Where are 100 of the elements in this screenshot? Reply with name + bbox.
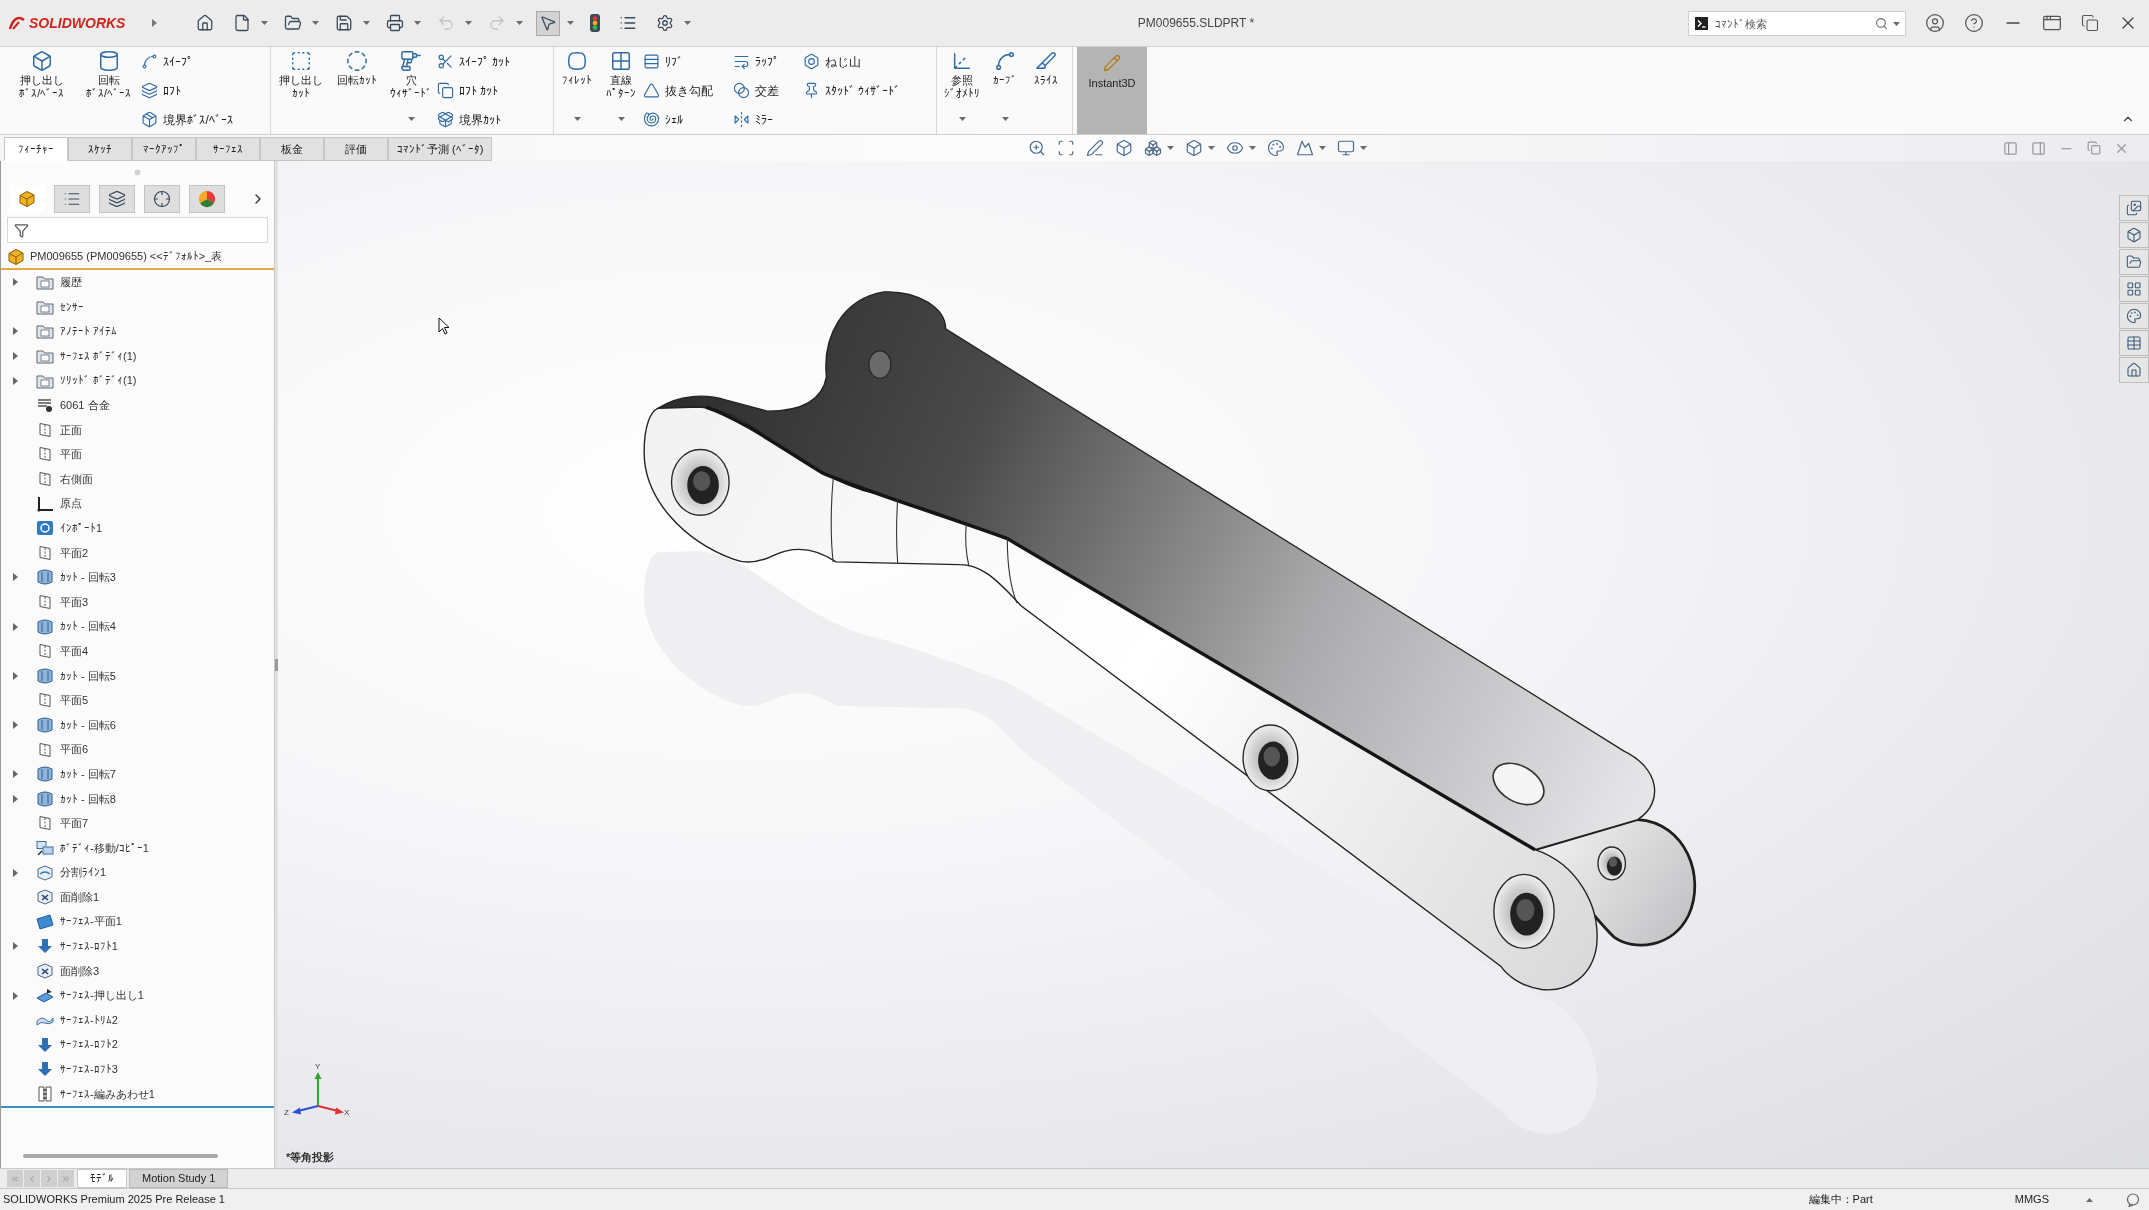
caret-icon[interactable] bbox=[312, 21, 319, 25]
caret-icon[interactable] bbox=[1360, 146, 1367, 150]
tree-item-label[interactable]: 平面7 bbox=[60, 815, 89, 832]
command-button[interactable]: 参照 ｼﾞｵﾒﾄﾘ bbox=[940, 47, 984, 105]
command-button[interactable]: ｼｪﾙ bbox=[643, 105, 683, 134]
caret-icon[interactable] bbox=[958, 117, 966, 121]
caret-icon[interactable] bbox=[407, 117, 415, 121]
task-pane-button[interactable] bbox=[2119, 276, 2149, 302]
pen-icon[interactable] bbox=[1086, 139, 1104, 157]
command-button[interactable]: ﾛﾌﾄ ｶｯﾄ bbox=[437, 76, 499, 105]
command-tab[interactable]: ﾌｨｰﾁｬｰ bbox=[4, 137, 68, 161]
command-button[interactable]: 交差 bbox=[733, 76, 779, 105]
tree-root-label[interactable]: PM009655 (PM009655) <<ﾃﾞﾌｫﾙﾄ>_表 bbox=[30, 248, 223, 265]
restore-icon[interactable] bbox=[2081, 14, 2099, 32]
handle-dot-icon[interactable] bbox=[134, 168, 141, 176]
command-button[interactable]: ねじ山 bbox=[803, 47, 861, 76]
command-button[interactable]: ｶｰﾌﾞ bbox=[984, 47, 1026, 105]
caret-icon[interactable] bbox=[617, 117, 625, 121]
panel-tab[interactable] bbox=[189, 185, 225, 213]
panel-tab[interactable] bbox=[144, 185, 180, 213]
tree-item-label[interactable]: 平面2 bbox=[60, 544, 89, 562]
command-tab[interactable]: 板金 bbox=[260, 137, 324, 161]
tree-item-label[interactable]: 6061 合金 bbox=[60, 397, 110, 414]
expand-arrow-icon[interactable] bbox=[13, 327, 18, 336]
caret-icon[interactable] bbox=[573, 117, 581, 121]
tree-item-label[interactable]: 分割ﾗｲﾝ1 bbox=[60, 864, 107, 881]
command-button[interactable]: 抜き勾配 bbox=[643, 76, 713, 105]
panel-tab[interactable] bbox=[99, 185, 135, 213]
caret-icon[interactable] bbox=[363, 21, 370, 25]
caret-icon[interactable] bbox=[1001, 117, 1009, 121]
bottom-tab[interactable]: ﾓﾃﾞﾙ bbox=[77, 1169, 127, 1188]
instant3d-button[interactable]: Instant3D bbox=[1077, 47, 1147, 134]
command-button[interactable]: 押し出し ｶｯﾄ bbox=[273, 47, 329, 105]
caret-icon[interactable] bbox=[465, 21, 472, 25]
boxes-icon[interactable] bbox=[1144, 139, 1162, 157]
tree-item-label[interactable]: ｻｰﾌｪｽ-平面1 bbox=[60, 913, 122, 930]
tree-item-label[interactable]: ﾎﾞﾃﾞｨ-移動/ｺﾋﾟｰ1 bbox=[60, 839, 149, 857]
caret-icon[interactable] bbox=[261, 21, 268, 25]
command-button[interactable]: ﾛﾌﾄ bbox=[141, 76, 182, 105]
app-window-icon[interactable] bbox=[2042, 13, 2062, 33]
splitter-handle[interactable] bbox=[275, 658, 278, 671]
task-pane-button[interactable] bbox=[2119, 222, 2149, 248]
expand-arrow-icon[interactable] bbox=[13, 942, 18, 951]
expand-arrow-icon[interactable] bbox=[13, 278, 18, 287]
tree-item-label[interactable]: ｿﾘｯﾄﾞ ﾎﾞﾃﾞｨ(1) bbox=[60, 372, 137, 389]
task-pane-button[interactable] bbox=[2119, 303, 2149, 329]
expand-arrow-icon[interactable] bbox=[152, 19, 157, 27]
units-text[interactable]: MMGS bbox=[2014, 1191, 2049, 1208]
tree-item-label[interactable]: 平面 bbox=[60, 446, 82, 463]
panel-tab[interactable] bbox=[9, 185, 45, 213]
caret-icon[interactable] bbox=[1167, 146, 1174, 150]
filter-field[interactable] bbox=[7, 217, 268, 243]
tree-item-label[interactable]: ｲﾝﾎﾟｰﾄ1 bbox=[60, 520, 103, 537]
cube-icon[interactable] bbox=[1185, 139, 1203, 157]
expand-arrow-icon[interactable] bbox=[13, 991, 18, 1000]
zoom-in-icon[interactable] bbox=[1028, 139, 1046, 157]
tree-item-label[interactable]: ｻｰﾌｪｽ-編みあわせ1 bbox=[60, 1085, 155, 1103]
monitor-icon[interactable] bbox=[1337, 139, 1355, 157]
tree-item-label[interactable]: 平面6 bbox=[60, 741, 89, 758]
tree-item-label[interactable]: ｶｯﾄ - 回転6 bbox=[60, 716, 116, 734]
expand-arrow-icon[interactable] bbox=[13, 376, 18, 385]
command-button[interactable]: ﾗｯﾌﾟ bbox=[733, 47, 779, 76]
caret-icon[interactable] bbox=[1208, 146, 1215, 150]
caret-up-icon[interactable] bbox=[2086, 1197, 2093, 1202]
tree-item-label[interactable]: 平面5 bbox=[60, 692, 89, 709]
expand-arrow-icon[interactable] bbox=[13, 721, 18, 729]
command-tab[interactable]: ｻｰﾌｪｽ bbox=[196, 137, 260, 161]
tree-item-label[interactable]: ｻｰﾌｪｽ ﾎﾞﾃﾞｨ(1) bbox=[60, 347, 137, 365]
command-tab[interactable]: ｺﾏﾝﾄﾞ予測 (ﾍﾞｰﾀ) bbox=[388, 137, 493, 161]
mountain-icon[interactable] bbox=[1296, 139, 1314, 157]
command-button[interactable]: 穴 ｳｨｻﾞｰﾄﾞ bbox=[385, 47, 437, 105]
expand-arrow-icon[interactable] bbox=[13, 770, 18, 779]
user-icon[interactable] bbox=[1925, 13, 1945, 33]
tree-item-label[interactable]: ｶｯﾄ - 回転3 bbox=[60, 569, 116, 586]
tree-item-label[interactable]: 履歴 bbox=[60, 274, 82, 291]
command-button[interactable]: ｽｲｰﾌﾟ ｶｯﾄ bbox=[437, 47, 511, 76]
caret-icon[interactable] bbox=[1893, 21, 1900, 26]
tree-item-label[interactable]: ｱﾉﾃｰﾄ ｱｲﾃﾑ bbox=[60, 323, 118, 340]
command-button[interactable]: ｽﾀｯﾄﾞ ｳｨｻﾞｰﾄﾞ bbox=[803, 76, 901, 105]
command-button[interactable]: 境界ﾎﾞｽ/ﾍﾞｰｽ bbox=[141, 105, 233, 134]
expand-arrow-icon[interactable] bbox=[13, 573, 18, 582]
tree-item-label[interactable]: ｻｰﾌｪｽ-ﾛﾌﾄ3 bbox=[60, 1061, 118, 1078]
expand-arrow-icon[interactable] bbox=[13, 868, 18, 877]
command-button[interactable]: 直線 ﾊﾟﾀｰﾝ bbox=[599, 47, 643, 105]
command-button[interactable]: ﾐﾗｰ bbox=[733, 105, 773, 134]
tree-item-label[interactable]: 原点 bbox=[60, 495, 82, 512]
command-button[interactable]: 境界ｶｯﾄ bbox=[437, 105, 501, 134]
tree-item-label[interactable]: ｻｰﾌｪｽ-押し出し1 bbox=[60, 987, 144, 1004]
expand-arrow-icon[interactable] bbox=[13, 352, 18, 361]
palette-icon[interactable] bbox=[1267, 139, 1285, 157]
cube-icon[interactable] bbox=[1115, 139, 1133, 157]
tree-item-label[interactable]: 面削除1 bbox=[60, 888, 100, 906]
tree-item-label[interactable]: ｶｯﾄ - 回転8 bbox=[60, 790, 116, 807]
tree-item-label[interactable]: ｶｯﾄ - 回転7 bbox=[60, 765, 116, 783]
caret-icon[interactable] bbox=[516, 21, 523, 25]
caret-icon[interactable] bbox=[567, 21, 574, 25]
command-button[interactable]: ﾌｨﾚｯﾄ bbox=[555, 47, 599, 105]
command-button[interactable]: 押し出し ﾎﾞｽ/ﾍﾞｰｽ bbox=[8, 47, 76, 105]
command-tab[interactable]: 評価 bbox=[324, 137, 388, 161]
panel-tab[interactable] bbox=[54, 185, 90, 213]
